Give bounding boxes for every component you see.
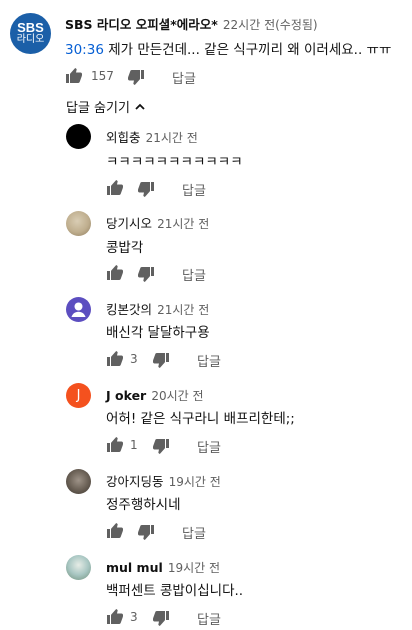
reply-time[interactable]: 19시간 전 — [168, 561, 220, 575]
avatar-letter: J — [76, 388, 81, 403]
reply-button[interactable]: 답글 — [172, 68, 196, 87]
reply-author[interactable]: 킹본갓의 — [106, 302, 152, 317]
hide-replies-button[interactable]: 답글 숨기기 — [66, 97, 145, 116]
reply-button[interactable]: 답글 — [197, 609, 221, 628]
reply-button[interactable]: 답글 — [182, 180, 206, 199]
reply-text: 백퍼센트 콩밥이십니다.. — [106, 583, 244, 599]
reply-button[interactable]: 답글 — [197, 351, 221, 370]
reply-avatar[interactable]: J — [66, 383, 91, 408]
like-count: 157 — [91, 69, 114, 83]
reply-button[interactable]: 답글 — [197, 437, 221, 456]
timestamp-link[interactable]: 30:36 — [65, 42, 104, 58]
dislike-icon[interactable] — [153, 611, 169, 626]
avatar-logo-text: SBS — [17, 20, 44, 35]
reply-button[interactable]: 답글 — [182, 265, 206, 284]
like-count: 3 — [130, 610, 138, 624]
reply-time[interactable]: 21시간 전 — [157, 217, 209, 231]
dislike-icon[interactable] — [138, 267, 154, 282]
like-icon[interactable] — [107, 523, 123, 538]
like-count: 3 — [130, 352, 138, 366]
like-icon[interactable] — [107, 351, 123, 366]
like-icon[interactable] — [107, 180, 123, 195]
reply-avatar[interactable] — [66, 124, 91, 149]
comment-body: 제가 만든건데... 같은 식구끼리 왜 이러세요.. ㅠㅠ — [108, 42, 392, 58]
reply-time[interactable]: 20시간 전 — [151, 389, 203, 403]
reply-text: 어허! 같은 식구라니 배프리한테;; — [106, 411, 295, 427]
reply-author[interactable]: 당기시오 — [106, 216, 152, 231]
reply-author[interactable]: 강아지딩동 — [106, 474, 164, 489]
reply-text: 배신각 달달하구용 — [106, 325, 210, 341]
reply-header: 외힙충 21시간 전 — [106, 127, 198, 146]
reply-author[interactable]: J oker — [106, 388, 146, 403]
reply-author[interactable]: 외힙충 — [106, 130, 141, 145]
reply-avatar[interactable] — [66, 555, 91, 580]
reply-time[interactable]: 21시간 전 — [157, 303, 209, 317]
reply-header: mul mul 19시간 전 — [106, 557, 220, 576]
reply-time[interactable]: 19시간 전 — [169, 475, 221, 489]
reply-avatar[interactable] — [66, 297, 91, 322]
hide-replies-label: 답글 숨기기 — [66, 101, 130, 116]
comment-time[interactable]: 22시간 전(수정됨) — [223, 18, 318, 32]
chevron-up-icon — [135, 103, 145, 110]
reply-time[interactable]: 21시간 전 — [146, 131, 198, 145]
dislike-icon[interactable] — [153, 439, 169, 454]
comment-author[interactable]: SBS 라디오 오피셜*에라오* — [65, 17, 218, 32]
default-user-icon — [71, 302, 86, 317]
reply-text: 정주행하시네 — [106, 497, 181, 513]
reply-text: 콩밥각 — [106, 240, 144, 256]
comment-text: 30:36 제가 만든건데... 같은 식구끼리 왜 이러세요.. ㅠㅠ — [65, 38, 391, 58]
like-icon[interactable] — [107, 609, 123, 624]
reply-avatar[interactable] — [66, 469, 91, 494]
reply-text: ㅋㅋㅋㅋㅋㅋㅋㅋㅋㅋㅋ — [106, 154, 243, 170]
like-icon[interactable] — [66, 68, 82, 83]
reply-button[interactable]: 답글 — [182, 523, 206, 542]
avatar-logo-subtext: 라디오 — [16, 34, 45, 45]
reply-header: 당기시오 21시간 전 — [106, 213, 209, 232]
like-icon[interactable] — [107, 437, 123, 452]
like-count: 1 — [130, 438, 138, 452]
dislike-icon[interactable] — [138, 182, 154, 197]
comment-header: SBS 라디오 오피셜*에라오* 22시간 전(수정됨) — [65, 14, 318, 33]
dislike-icon[interactable] — [153, 353, 169, 368]
channel-avatar[interactable]: SBS 라디오 — [10, 13, 51, 54]
reply-avatar[interactable] — [66, 211, 91, 236]
reply-header: 킹본갓의 21시간 전 — [106, 299, 209, 318]
like-icon[interactable] — [107, 265, 123, 280]
reply-header: 강아지딩동 19시간 전 — [106, 471, 221, 490]
dislike-icon[interactable] — [138, 525, 154, 540]
reply-author[interactable]: mul mul — [106, 560, 163, 575]
dislike-icon[interactable] — [128, 70, 144, 85]
reply-header: J oker 20시간 전 — [106, 385, 204, 404]
